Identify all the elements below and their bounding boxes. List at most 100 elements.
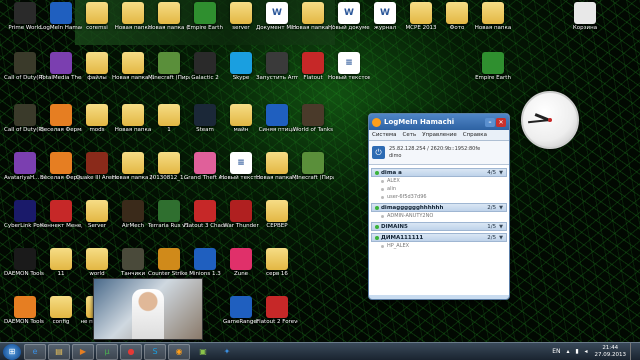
member-name: user-6f5d37d96 (387, 194, 427, 200)
desktop-icon[interactable]: СЕРВЕР (256, 200, 298, 240)
network-member[interactable]: alin (369, 185, 509, 193)
online-status-icon (375, 224, 379, 229)
zune-icon (230, 248, 252, 270)
desktop-icon-label: Minecraft (Пиратка) (292, 175, 334, 181)
network-member[interactable]: user-6f5d37d96 (369, 193, 509, 201)
avatar-game-icon (14, 152, 36, 174)
explorer-icon[interactable]: ▤ (48, 343, 70, 360)
desktop-icon[interactable]: ≡Новый текстовый (328, 52, 370, 92)
desktop-icon-label: Новый текстовый (328, 75, 370, 81)
game-icon (194, 52, 216, 74)
volume-icon[interactable]: ◂ (583, 348, 590, 355)
skype-icon[interactable]: S (144, 343, 166, 360)
network-row[interactable]: ДИМА111111 2/5 ▼ (371, 233, 507, 242)
hamachi-window[interactable]: LogMeIn Hamachi – ✕ Система Сеть Управле… (368, 113, 510, 300)
airmech-icon (122, 200, 144, 222)
media-player-icon[interactable]: ▶ (72, 343, 94, 360)
chevron-down-icon[interactable]: ▼ (499, 224, 503, 230)
game-icon[interactable]: ▣ (192, 344, 214, 360)
chevron-down-icon[interactable]: ▼ (499, 205, 503, 211)
close-button[interactable]: ✕ (496, 117, 506, 127)
tray-arrow-icon[interactable]: ▴ (565, 348, 572, 355)
folder-icon (158, 152, 180, 174)
folder-icon (86, 2, 108, 24)
clock-gadget[interactable] (521, 91, 579, 149)
quake-icon (86, 152, 108, 174)
farm-icon (50, 152, 72, 174)
show-desktop-button[interactable] (630, 342, 636, 360)
power-button[interactable]: ⏻ (372, 146, 385, 159)
network-row[interactable]: dima a 4/5 ▼ (371, 168, 507, 177)
desktop-icon[interactable]: World of Tanks (292, 104, 334, 144)
skype-icon (230, 52, 252, 74)
video-thumbnail[interactable] (93, 278, 203, 340)
empire-earth-icon (194, 2, 216, 24)
folder-icon (158, 2, 180, 24)
start-button[interactable]: ⊞ (3, 343, 21, 360)
chevron-down-icon[interactable]: ▼ (499, 170, 503, 176)
folder-icon (230, 2, 252, 24)
hamachi-menubar: Система Сеть Управление Справка (369, 130, 509, 141)
language-indicator[interactable]: EN (552, 348, 560, 355)
desktop-icon-label: Новая папка (474, 25, 512, 31)
taskbar-time: 21:44 (602, 344, 619, 351)
menu-network[interactable]: Сеть (403, 132, 417, 138)
folder-icon (446, 2, 468, 24)
chrome-icon[interactable]: ● (120, 343, 142, 360)
steam-icon (194, 104, 216, 126)
offline-status-icon (381, 195, 384, 199)
taskbar-clock[interactable]: 21:44 27.09.2013 (595, 345, 627, 359)
minimize-button[interactable]: – (485, 117, 495, 127)
network-name: DIMAIN5 (381, 223, 408, 230)
desktop-icon-label: World of Tanks (293, 127, 333, 133)
desktop-icon[interactable]: Корзина (564, 2, 606, 42)
offline-status-icon (381, 214, 384, 218)
menu-manage[interactable]: Управление (422, 132, 457, 138)
folder-icon (86, 248, 108, 270)
member-name: ADMIN-ANUTY2NO (387, 213, 434, 219)
utorrent-icon[interactable]: µ (96, 343, 118, 360)
desktop-icon-label: Empire Earth (475, 75, 511, 81)
folder-icon (482, 2, 504, 24)
network-member[interactable]: ADMIN-ANUTY2NO (369, 212, 509, 220)
network-name: dimagggggghhhhhh (381, 204, 444, 211)
network-name: ДИМА111111 (381, 234, 424, 241)
desktop-icon[interactable]: Minecraft (Пиратка) (292, 152, 334, 192)
minecraft-icon (158, 52, 180, 74)
connect-icon (50, 200, 72, 222)
menu-help[interactable]: Справка (463, 132, 487, 138)
folder-icon (122, 52, 144, 74)
folder-icon (266, 152, 288, 174)
word-doc-icon: W (266, 2, 288, 24)
minute-hand (528, 119, 551, 124)
text-file-icon: ≡ (230, 152, 252, 174)
menu-system[interactable]: Система (372, 132, 397, 138)
network-app-icon[interactable]: ✦ (216, 344, 238, 360)
taskbar-apps: e ▤ ▶ µ ● S ◉ ▣ ✦ (24, 343, 240, 360)
network-row[interactable]: DIMAIN5 1/5 ▼ (371, 222, 507, 231)
online-status-icon (375, 170, 379, 175)
daemon-icon (14, 296, 36, 318)
network-member[interactable]: ALEX (369, 177, 509, 185)
member-count: 1/5 (487, 223, 497, 230)
folder-icon (50, 248, 72, 270)
network-icon[interactable]: ▮ (574, 348, 581, 355)
chevron-down-icon[interactable]: ▼ (499, 235, 503, 241)
offline-status-icon (381, 187, 384, 191)
network-row[interactable]: dimagggggghhhhhh 2/5 ▼ (371, 203, 507, 212)
desktop-icon[interactable]: Flatout 2 Forever (256, 296, 298, 336)
system-tray: EN ▴ ▮ ◂ 21:44 27.09.2013 (552, 342, 640, 360)
folder-icon (230, 104, 252, 126)
thumbnail-person (132, 289, 164, 339)
desktop-icon[interactable]: Empire Earth (472, 52, 514, 92)
member-count: 2/5 (487, 204, 497, 211)
desktop-icon[interactable]: серв 16 (256, 248, 298, 288)
network-member[interactable]: HP_ALEX (369, 242, 509, 250)
hamachi-titlebar[interactable]: LogMeIn Hamachi – ✕ (369, 114, 509, 130)
desktop-icon[interactable]: Новая папка (472, 2, 514, 42)
hamachi-icon[interactable]: ◉ (168, 343, 190, 360)
game-icon (14, 2, 36, 24)
ie-icon[interactable]: e (24, 343, 46, 360)
client-name: dimo (389, 152, 402, 159)
hamachi-title: LogMeIn Hamachi (384, 118, 455, 126)
